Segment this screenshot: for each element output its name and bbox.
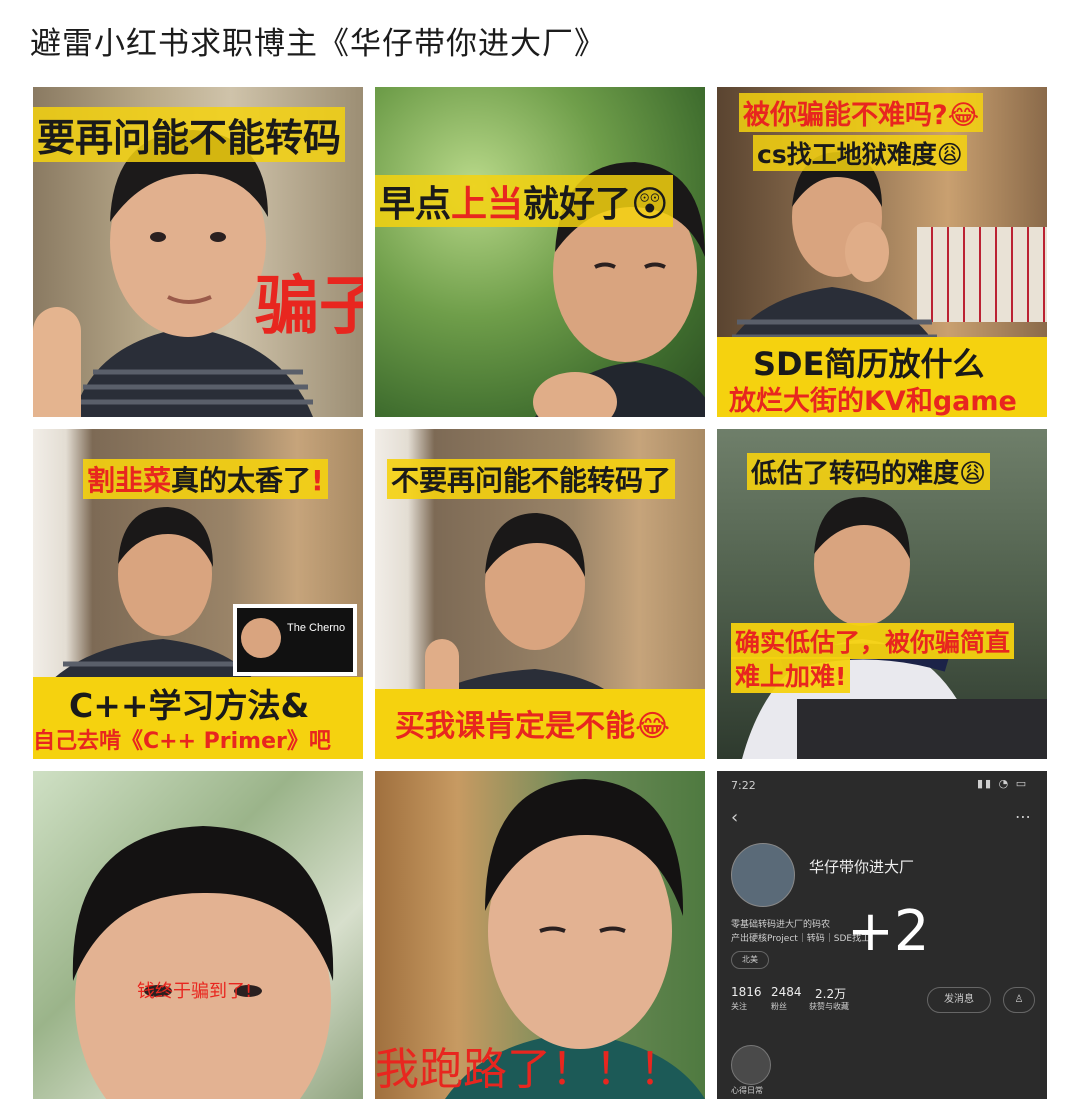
- stat-following: 1816: [731, 985, 762, 999]
- caption-line-2: 难上加难!: [731, 657, 851, 693]
- stat-likes: 2.2万: [815, 987, 847, 1001]
- image-3[interactable]: 被你骗能不难吗?😂 cs找工地狱难度😩 SDE简历放什么 放烂大街的KV和gam…: [717, 87, 1047, 417]
- caption-part-3: 就好了: [523, 184, 632, 225]
- caption-text: cs找工地狱难度: [757, 140, 937, 169]
- message-button[interactable]: 发消息: [927, 987, 991, 1013]
- image-8[interactable]: 我跑路了！！！: [375, 771, 705, 1099]
- surprised-emoji-icon: 😲: [631, 184, 669, 225]
- caption-top: 割韭菜真的太香了!: [83, 459, 328, 499]
- image-5[interactable]: 不要再问能不能转码了 买我课肯定是不能😂: [375, 429, 705, 759]
- post-title: 避雷小红书求职博主《华仔带你进大厂》: [30, 26, 606, 62]
- channel-card: The Cherno: [233, 604, 357, 676]
- caption-top: 要再问能不能转码: [33, 107, 346, 162]
- laptop: [797, 699, 1047, 759]
- stat-fans: 2484: [771, 985, 802, 999]
- laughing-emoji-icon: 😂: [947, 100, 980, 131]
- status-icons: ▮▮ ◔ ▭: [977, 777, 1029, 790]
- person-photo: [53, 801, 353, 1099]
- caption-part-1: 早点: [379, 184, 452, 225]
- caption-top: 低估了转码的难度😩: [747, 453, 991, 490]
- stat-fans-label: 粉丝: [771, 1002, 787, 1011]
- more-images-count: +2: [847, 899, 930, 964]
- caption-bar-line-2: 自己去啃《C++ Primer》吧: [33, 729, 331, 754]
- caption-line-1: 确实低估了，被你骗简直: [731, 623, 1015, 659]
- image-7[interactable]: 钱终于骗到了!: [33, 771, 363, 1099]
- back-icon[interactable]: ‹: [731, 807, 738, 828]
- caption-bar-line-2: 放烂大街的KV和game: [729, 386, 1017, 417]
- caption: 我跑路了！！！: [375, 1044, 683, 1095]
- caption-bang: !: [311, 464, 324, 497]
- highlight-icon[interactable]: [731, 1045, 771, 1085]
- person-photo: [395, 479, 625, 709]
- person-photo: [727, 147, 937, 347]
- image-9-profile-screenshot[interactable]: 7:22 ▮▮ ◔ ▭ ‹ ⋯ 华仔带你进大厂 零基础转码进大厂的码农 产出硬核…: [717, 771, 1047, 1099]
- image-1[interactable]: 要再问能不能转码 骗子: [33, 87, 363, 417]
- location-tag: 北美: [731, 951, 769, 969]
- image-grid: 要再问能不能转码 骗子 早点上当就好了😲 被你骗能不难吗?😂 cs找工地狱难度😩…: [33, 87, 1047, 1099]
- status-time: 7:22: [731, 779, 756, 792]
- image-4[interactable]: 割韭菜真的太香了! The Cherno C++学习方法& 自己去啃《C++ P…: [33, 429, 363, 759]
- caption-text: 被你骗能不难吗?: [743, 100, 948, 131]
- more-icon[interactable]: ⋯: [1015, 807, 1031, 826]
- weary-emoji-icon: 😩: [936, 140, 963, 169]
- caption-bar-text: 买我课肯定是不能😂: [395, 701, 670, 745]
- highlight-label: 心得日常: [731, 1086, 763, 1095]
- laughing-emoji-icon: 😂: [635, 709, 671, 744]
- avatar: [241, 618, 281, 658]
- caption-text: 买我课肯定是不能: [395, 709, 635, 744]
- caption-side: 骗子: [255, 270, 363, 344]
- caption-part-2: 上当: [451, 184, 524, 225]
- profile-name: 华仔带你进大厂: [809, 858, 915, 876]
- follow-user-icon[interactable]: ♙: [1003, 987, 1035, 1013]
- raised-hand: [33, 307, 81, 417]
- caption-line-1: 被你骗能不难吗?😂: [739, 93, 984, 132]
- avatar[interactable]: [731, 843, 795, 907]
- stat-following-label: 关注: [731, 1002, 747, 1011]
- person-photo: [53, 479, 253, 679]
- profile-bio-line-1: 零基础转码进大厂的码农: [731, 920, 831, 930]
- card-name: The Cherno: [287, 622, 346, 634]
- caption-line-2: cs找工地狱难度😩: [753, 135, 967, 171]
- image-6[interactable]: 低估了转码的难度😩 确实低估了，被你骗简直 难上加难!: [717, 429, 1047, 759]
- caption: 早点上当就好了😲: [375, 175, 673, 227]
- caption-top: 不要再问能不能转码了: [387, 459, 676, 499]
- caption-rest: 真的太香了: [171, 464, 312, 497]
- caption-bar-line-1: C++学习方法&: [69, 686, 310, 725]
- image-2[interactable]: 早点上当就好了😲: [375, 87, 705, 417]
- caption-text: 低估了转码的难度: [751, 459, 960, 489]
- caption-red-part: 割韭菜: [87, 464, 172, 497]
- caption: 钱终于骗到了!: [137, 981, 253, 1002]
- stat-likes-label: 获赞与收藏: [809, 1002, 849, 1011]
- weary-emoji-icon: 😩: [959, 459, 987, 489]
